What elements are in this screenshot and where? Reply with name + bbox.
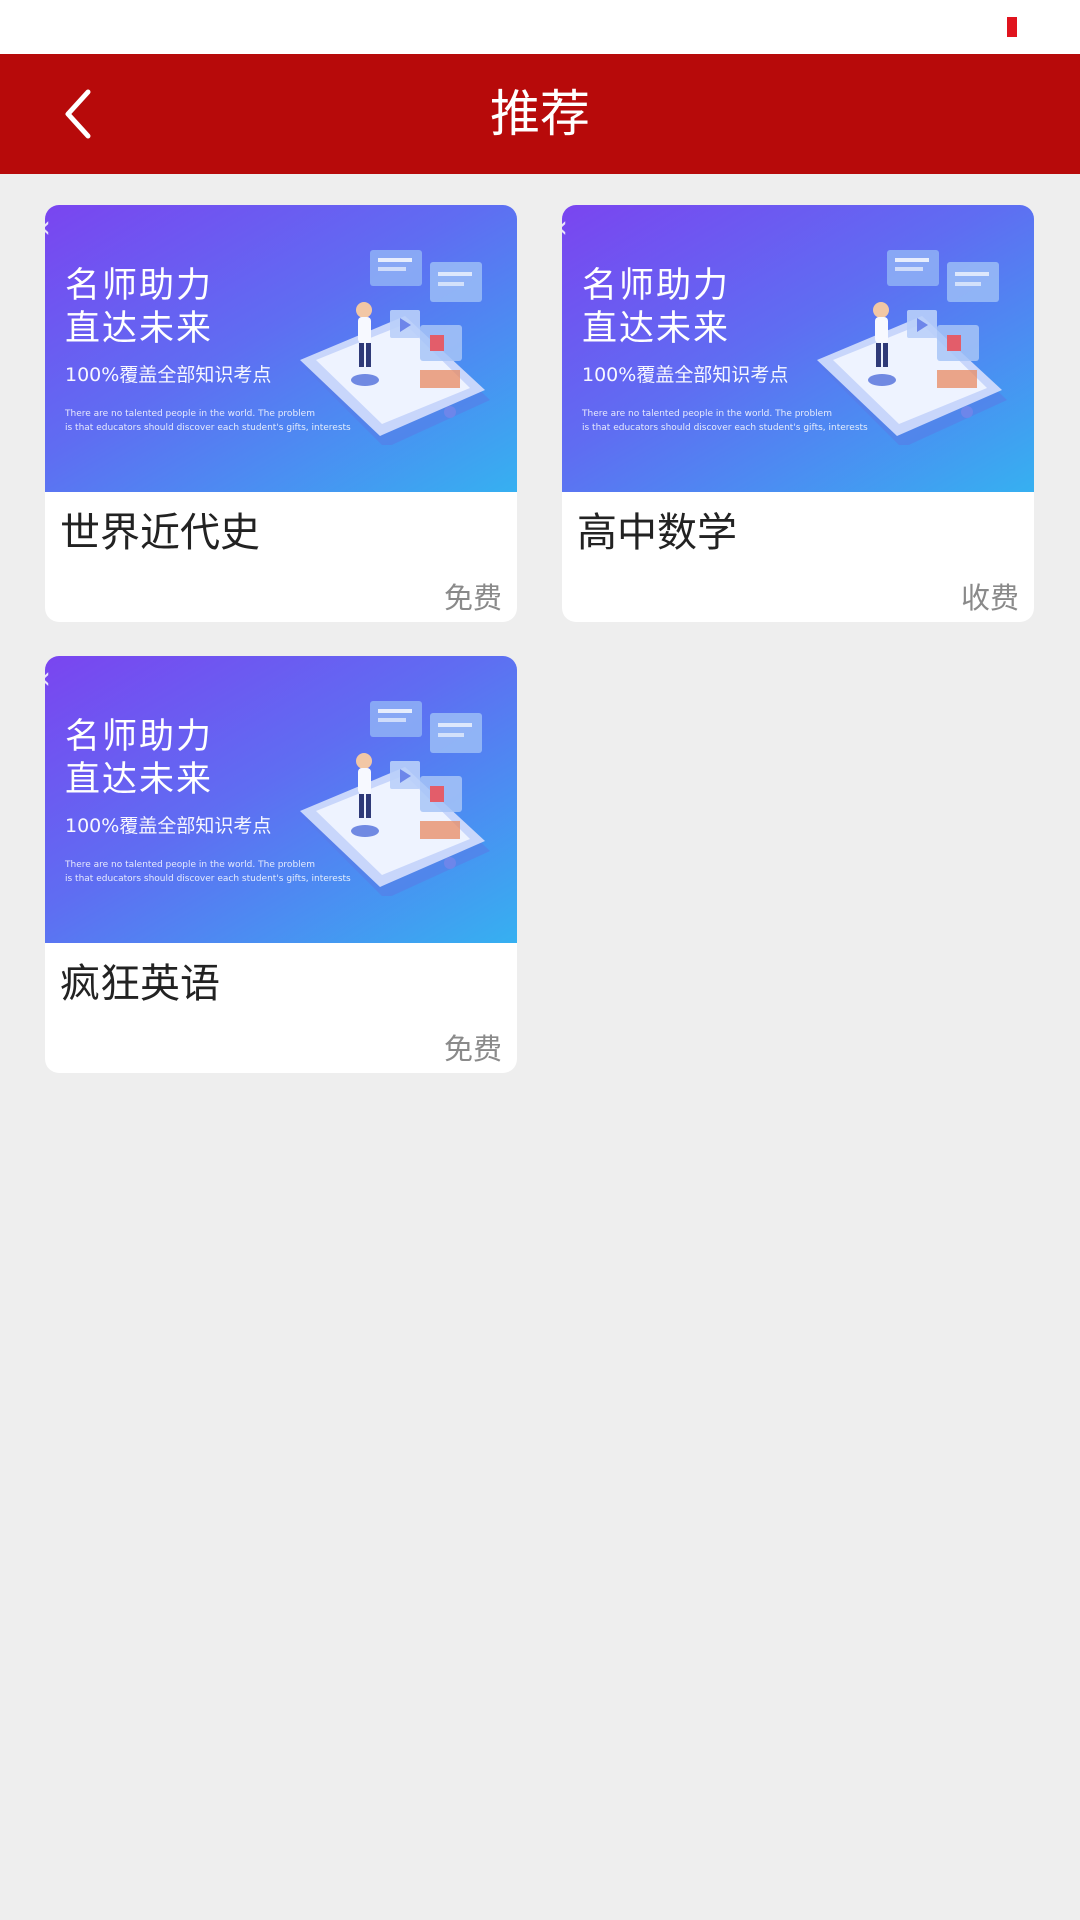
chevron-left-icon: ‹ xyxy=(45,213,51,243)
course-title: 高中数学 xyxy=(577,510,737,556)
banner-subtitle: 100%覆盖全部知识考点 xyxy=(582,364,789,386)
banner-headline: 名师助力 xyxy=(65,266,214,306)
teacher-illustration xyxy=(300,701,490,896)
course-banner-image: ‹ 名师助力 直达未来 100%覆盖全部知识考点 There are no ta… xyxy=(45,656,517,943)
chevron-left-icon: ‹ xyxy=(562,213,568,243)
course-title: 疯狂英语 xyxy=(60,961,220,1007)
banner-headline: 直达未来 xyxy=(582,309,731,349)
teacher-illustration xyxy=(300,250,490,445)
course-card[interactable]: ‹ 名师助力 直达未来 100%覆盖全部知识考点 There are no ta… xyxy=(45,205,517,622)
chevron-left-icon: ‹ xyxy=(45,664,51,694)
course-card[interactable]: ‹ 名师助力 直达未来 100%覆盖全部知识考点 There are no ta… xyxy=(45,656,517,1073)
course-title: 世界近代史 xyxy=(60,510,260,556)
banner-headline: 直达未来 xyxy=(65,309,214,349)
app-header: 推荐 xyxy=(0,54,1080,174)
course-price-badge: 免费 xyxy=(443,1032,502,1066)
banner-subtitle: 100%覆盖全部知识考点 xyxy=(65,815,272,837)
banner-caption: There are no talented people in the worl… xyxy=(65,860,315,870)
banner-caption: There are no talented people in the worl… xyxy=(582,409,832,419)
course-banner-image: ‹ 名师助力 直达未来 100%覆盖全部知识考点 There are no ta… xyxy=(562,205,1034,492)
status-indicator xyxy=(1007,17,1017,37)
teacher-illustration xyxy=(817,250,1007,445)
page-title: 推荐 xyxy=(490,85,590,143)
status-bar xyxy=(0,0,1080,54)
banner-caption: There are no talented people in the worl… xyxy=(65,409,315,419)
course-price-badge: 收费 xyxy=(960,581,1019,615)
course-banner-image: ‹ 名师助力 直达未来 100%覆盖全部知识考点 There are no ta… xyxy=(45,205,517,492)
course-card[interactable]: ‹ 名师助力 直达未来 100%覆盖全部知识考点 There are no ta… xyxy=(562,205,1034,622)
banner-headline: 名师助力 xyxy=(582,266,731,306)
banner-headline: 名师助力 xyxy=(65,717,214,757)
course-price-badge: 免费 xyxy=(443,581,502,615)
banner-headline: 直达未来 xyxy=(65,760,214,800)
banner-subtitle: 100%覆盖全部知识考点 xyxy=(65,364,272,386)
